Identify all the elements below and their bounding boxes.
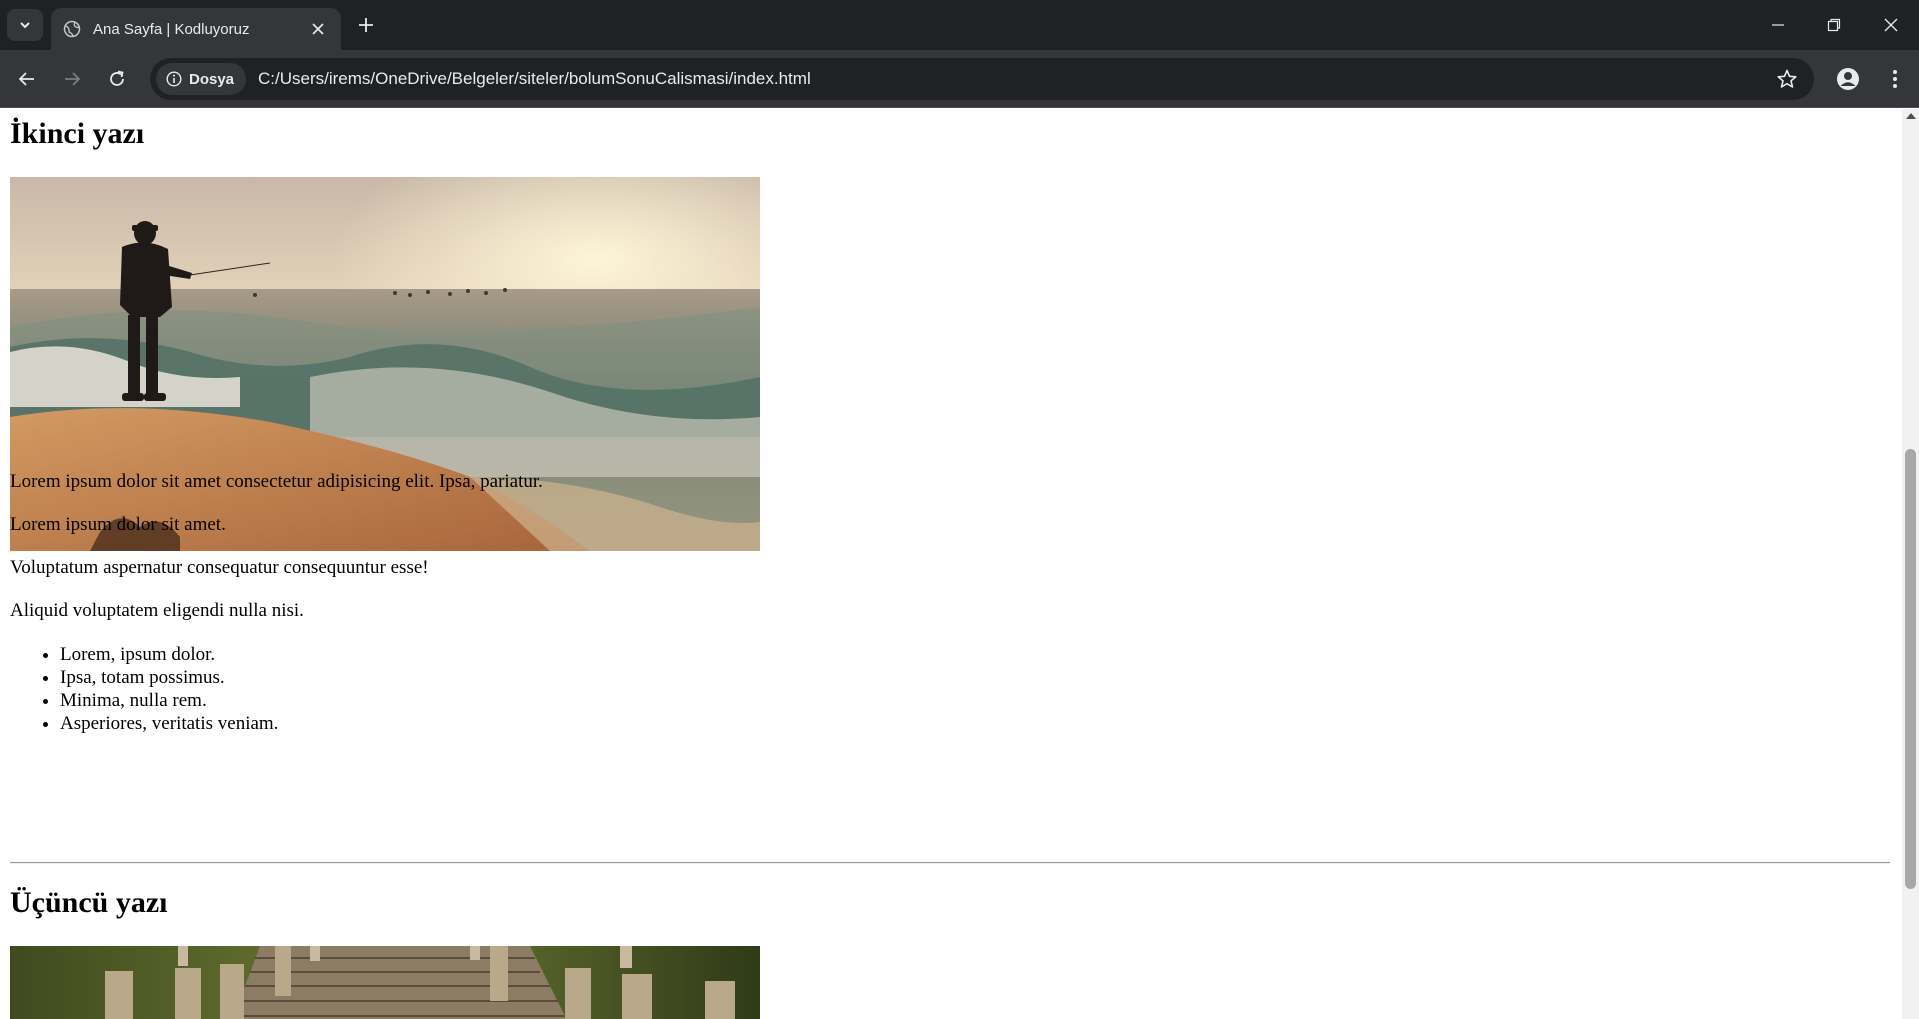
window-close-icon [1884, 18, 1898, 32]
tab-strip: Ana Sayfa | Kodluyoruz [0, 0, 1919, 50]
post2-paragraph-2: Lorem ipsum dolor sit amet. [10, 514, 226, 535]
site-info-label: Dosya [189, 70, 235, 88]
close-icon[interactable] [307, 18, 329, 40]
site-info-chip[interactable]: Dosya [156, 63, 247, 95]
url-text[interactable]: C:/Users/irems/OneDrive/Belgeler/siteler… [258, 69, 811, 89]
forward-icon [65, 72, 81, 86]
list-item: Lorem, ipsum dolor. [60, 643, 278, 666]
post2-paragraph-4: Aliquid voluptatem eligendi nulla nisi. [10, 600, 304, 621]
profile-icon [1837, 68, 1859, 90]
post2-paragraph-1: Lorem ipsum dolor sit amet consectetur a… [10, 471, 543, 492]
post3-image [10, 946, 760, 1019]
tab-search-icon [20, 22, 30, 29]
minimize-button[interactable] [1755, 8, 1801, 42]
star-icon[interactable] [1776, 68, 1798, 90]
post2-image [10, 177, 760, 551]
list-item: Asperiores, veritatis veniam. [60, 712, 278, 735]
post2-list: Lorem, ipsum dolor. Ipsa, totam possimus… [60, 643, 278, 735]
vertical-scrollbar[interactable] [1902, 109, 1919, 1019]
back-button[interactable] [12, 64, 42, 94]
reload-button[interactable] [102, 64, 132, 94]
address-bar[interactable]: Dosya C:/Users/irems/OneDrive/Belgeler/s… [150, 58, 1814, 100]
reload-icon [110, 70, 124, 86]
forward-button[interactable] [57, 64, 87, 94]
post2-heading: İkinci yazı [10, 117, 145, 150]
post2-paragraph-3: Voluptatum aspernatur consequatur conseq… [10, 557, 429, 578]
restore-button[interactable] [1811, 8, 1857, 42]
new-tab-button[interactable] [353, 12, 379, 38]
list-item: Minima, nulla rem. [60, 689, 278, 712]
page-viewport: İkinci yazı Lorem ipsum dolor sit amet c… [0, 109, 1902, 1019]
browser-toolbar: Dosya C:/Users/irems/OneDrive/Belgeler/s… [0, 50, 1919, 108]
active-tab[interactable]: Ana Sayfa | Kodluyoruz [51, 8, 341, 50]
scroll-up-arrow-icon[interactable] [1906, 113, 1916, 119]
window-close-button[interactable] [1868, 8, 1914, 42]
tab-search-button[interactable] [7, 9, 43, 41]
post3-heading: Üçüncü yazı [10, 886, 168, 919]
menu-button[interactable] [1880, 64, 1910, 94]
tab-title: Ana Sayfa | Kodluyoruz [93, 20, 250, 38]
profile-button[interactable] [1833, 64, 1863, 94]
divider [10, 862, 1890, 864]
menu-icon [1893, 70, 1897, 88]
info-icon [166, 71, 182, 87]
list-item: Ipsa, totam possimus. [60, 666, 278, 689]
restore-icon [1827, 18, 1841, 32]
back-icon [18, 72, 34, 86]
globe-icon [63, 20, 81, 38]
minimize-icon [1772, 24, 1784, 26]
scrollbar-thumb[interactable] [1905, 449, 1916, 889]
plus-icon [359, 18, 373, 32]
